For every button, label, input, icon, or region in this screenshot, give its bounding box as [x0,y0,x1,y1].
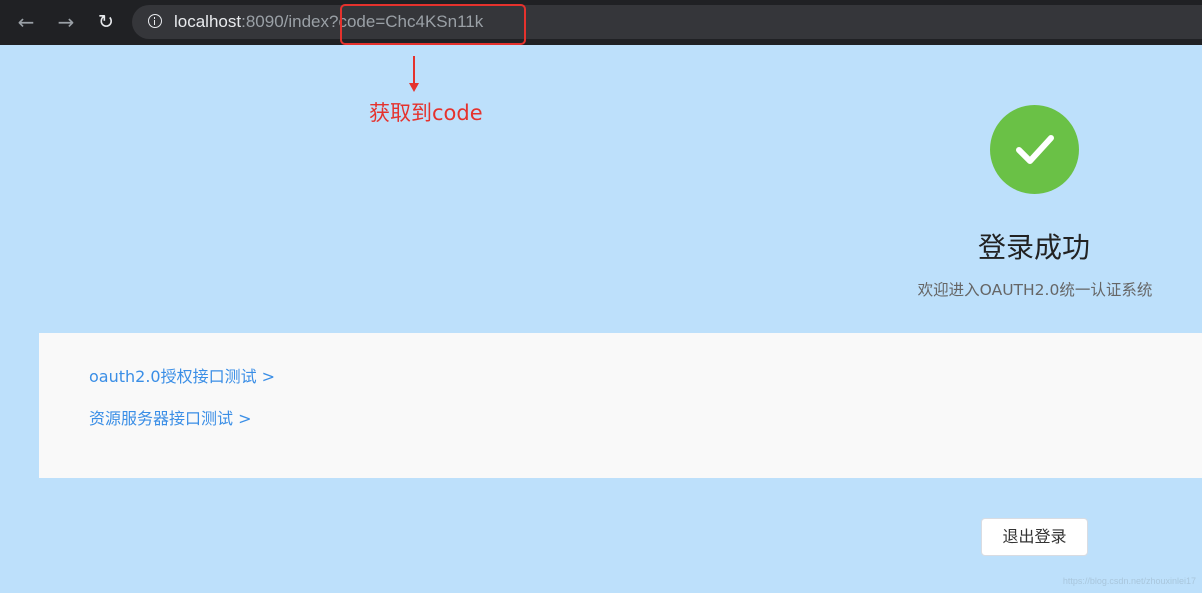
code-highlight-box [340,4,526,45]
annotation-arrow-line [413,56,415,84]
address-bar[interactable]: localhost:8090/index?code=Chc4KSn11k [132,5,1202,39]
annotation-label: 获取到code [369,101,483,125]
reload-icon[interactable]: ↻ [94,10,118,34]
browser-toolbar: ← → ↻ localhost:8090/index?code=Chc4KSn1… [0,0,1202,45]
resource-server-test-link[interactable]: 资源服务器接口测试 > [89,408,252,430]
url-path: :8090/index [241,12,330,31]
arrow-left-icon[interactable]: ← [14,10,38,34]
checkmark-icon [1016,135,1054,164]
arrow-right-icon[interactable]: → [54,10,78,34]
url-host: localhost [174,12,242,31]
links-panel: oauth2.0授权接口测试 > 资源服务器接口测试 > [39,333,1202,478]
arrow-down-icon [409,83,419,92]
success-subtitle: 欢迎进入OAUTH2.0统一认证系统 [917,281,1153,299]
oauth-test-link[interactable]: oauth2.0授权接口测试 > [89,366,275,388]
info-icon[interactable] [148,14,162,28]
success-title: 登录成功 [977,231,1090,264]
watermark: https://blog.csdn.net/zhouxinlei17 [1062,576,1196,586]
check-circle-icon [990,105,1079,194]
logout-button[interactable]: 退出登录 [981,518,1088,556]
